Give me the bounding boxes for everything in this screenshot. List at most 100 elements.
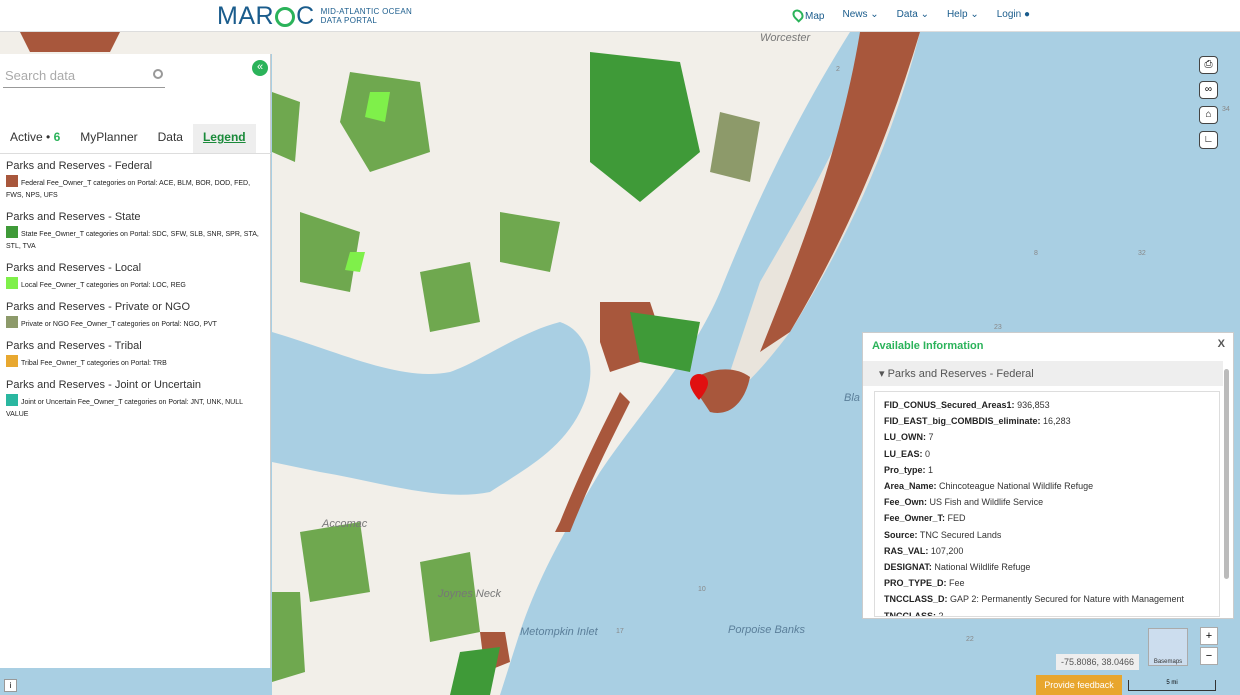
- nav-help-label: Help: [946, 9, 968, 20]
- nav-help[interactable]: Help ⌄: [947, 9, 979, 22]
- legend-item: Parks and Reserves - Local Local Fee_Owne…: [6, 262, 264, 292]
- logo-word-left: MAR: [217, 1, 275, 30]
- legend-swatch: [6, 316, 18, 328]
- legend-title: Parks and Reserves - State: [6, 211, 141, 223]
- legend-description: Federal Fee_Owner_T categories on Portal…: [6, 175, 264, 202]
- nav-login[interactable]: Login ●: [997, 9, 1030, 22]
- tab-active[interactable]: Active • 6: [0, 124, 70, 153]
- depth-label: 17: [616, 628, 624, 635]
- active-count-badge: 6: [53, 130, 61, 144]
- attribute-row: DESIGNAT: National Wildlife Refuge: [884, 559, 1210, 575]
- nav-news[interactable]: News ⌄: [842, 9, 878, 22]
- legend-description: Local Fee_Owner_T categories on Portal: …: [6, 277, 264, 292]
- legend-title: Parks and Reserves - Private or NGO: [6, 301, 191, 313]
- logo-word-right: C: [296, 1, 315, 30]
- attribute-value: US Fish and Wildlife Service: [929, 497, 1044, 508]
- nav-map-label: Map: [805, 11, 825, 22]
- attribute-key: RAS_VAL:: [884, 545, 929, 556]
- legend-item: Parks and Reserves - Private or NGO Priva…: [6, 301, 264, 331]
- chevron-down-icon: ⌄: [920, 9, 929, 20]
- attribute-row: LU_OWN: 7: [884, 429, 1210, 445]
- zoom-in-button[interactable]: +: [1200, 627, 1218, 645]
- attribute-value: 936,853: [1017, 400, 1050, 410]
- legend-swatch: [6, 394, 18, 406]
- legend-desc-text: Federal Fee_Owner_T categories on Portal…: [6, 180, 251, 199]
- layer-section-header[interactable]: ▾ Parks and Reserves - Federal: [863, 361, 1223, 386]
- attribute-value: 1: [928, 464, 934, 475]
- tab-legend[interactable]: Legend: [192, 124, 256, 153]
- depth-label: 2: [836, 66, 840, 73]
- legend-title: Parks and Reserves - Tribal: [6, 340, 142, 352]
- depth-label: 32: [1138, 250, 1146, 257]
- info-button[interactable]: i: [4, 679, 17, 692]
- available-information-popup: Available Information X ▾ Parks and Rese…: [862, 332, 1234, 619]
- nav-data[interactable]: Data ⌄: [897, 9, 929, 22]
- map-pin-icon: [790, 7, 806, 23]
- attribute-row: Fee_Own: US Fish and Wildlife Service: [884, 494, 1210, 510]
- map-label-accomac: Accomac: [322, 518, 368, 530]
- panel-tabs: Active • 6 MyPlanner Data Legend: [0, 124, 271, 154]
- basemaps-button[interactable]: Basemaps: [1148, 628, 1188, 666]
- link-icon[interactable]: ∞: [1199, 81, 1218, 99]
- attribute-row: LU_EAS: 0: [884, 446, 1210, 462]
- nav-data-label: Data: [896, 9, 918, 20]
- top-nav: Map News ⌄ Data ⌄ Help ⌄ Login ●: [790, 7, 1030, 23]
- legend-swatch: [6, 277, 18, 289]
- marco-logo[interactable]: MAR C Mid-Atlantic Ocean Data Portal: [217, 2, 412, 30]
- attribute-value: FED: [947, 513, 966, 524]
- attribute-key: Fee_Own:: [884, 497, 928, 508]
- attribute-key: Fee_Owner_T:: [884, 513, 946, 524]
- attribute-key: DESIGNAT:: [884, 562, 932, 573]
- depth-label: 10: [698, 586, 706, 593]
- print-icon[interactable]: ⎙: [1199, 56, 1218, 74]
- legend-item: Parks and Reserves - Federal Federal Fee_…: [6, 160, 264, 202]
- close-icon[interactable]: X: [1218, 338, 1225, 350]
- attribute-key: Pro_type:: [884, 464, 926, 475]
- attribute-key: Area_Name:: [884, 481, 937, 492]
- legend-list: Parks and Reserves - Federal Federal Fee_…: [6, 160, 264, 430]
- side-panel: Search data « Active • 6 MyPlanner Data …: [0, 54, 271, 668]
- nav-map[interactable]: Map: [790, 7, 825, 23]
- legend-description: Joint or Uncertain Fee_Owner_T categorie…: [6, 394, 264, 421]
- attribute-row: PRO_TYPE_D: Fee: [884, 575, 1210, 591]
- legend-description: Private or NGO Fee_Owner_T categories on…: [6, 316, 264, 331]
- zoom-out-button[interactable]: −: [1200, 647, 1218, 665]
- attribute-key: TNCCLASS_D:: [884, 594, 948, 605]
- attribute-value: 0: [925, 448, 931, 459]
- legend-swatch: [6, 226, 18, 238]
- legend-item: Parks and Reserves - Tribal Tribal Fee_Ow…: [6, 340, 264, 370]
- search-input[interactable]: Search data: [3, 66, 165, 88]
- measure-icon[interactable]: ⌂: [1199, 106, 1218, 124]
- tab-data[interactable]: Data: [148, 124, 193, 153]
- map-label-porpoise-banks: Porpoise Banks: [728, 624, 806, 636]
- depth-label: 23: [994, 324, 1002, 331]
- attribute-value: 107,200: [930, 545, 964, 556]
- attribute-key: FID_EAST_big_COMBDIS_eliminate:: [884, 416, 1041, 427]
- nav-login-label: Login: [996, 9, 1022, 20]
- coordinate-readout: -75.8086, 38.0466: [1056, 654, 1140, 670]
- search-icon[interactable]: [153, 69, 163, 79]
- provide-feedback-button[interactable]: Provide feedback: [1036, 675, 1122, 695]
- collapse-panel-button[interactable]: «: [252, 60, 268, 76]
- basemaps-label: Basemaps: [1153, 659, 1183, 665]
- attribute-key: LU_OWN:: [884, 432, 926, 443]
- attribute-key: LU_EAS:: [884, 448, 923, 459]
- attribute-row: TNCCLASS_D: GAP 2: Permanently Secured f…: [884, 591, 1210, 607]
- legend-title: Parks and Reserves - Federal: [6, 160, 153, 172]
- draw-icon[interactable]: ∟: [1199, 131, 1218, 149]
- attribute-value: TNC Secured Lands: [919, 529, 1002, 540]
- tab-myplanner[interactable]: MyPlanner: [70, 124, 147, 153]
- attribute-row: Pro_type: 1: [884, 462, 1210, 478]
- map-label-metompkin-inlet: Metompkin Inlet: [520, 626, 598, 638]
- scrollbar[interactable]: [1224, 369, 1229, 579]
- attribute-value: 2: [938, 610, 944, 617]
- legend-desc-text: Joint or Uncertain Fee_Owner_T categorie…: [6, 399, 243, 418]
- map-label-bla: Bla: [844, 392, 860, 404]
- map-label-joynes-neck: Joynes Neck: [438, 588, 501, 600]
- attribute-value: Fee: [949, 578, 965, 589]
- map-marker-icon[interactable]: [690, 374, 708, 400]
- attribute-value: National Wildlife Refuge: [934, 562, 1031, 573]
- scale-bar: 5 mi: [1128, 680, 1216, 691]
- depth-label: 8: [1034, 250, 1038, 257]
- legend-swatch: [6, 355, 18, 367]
